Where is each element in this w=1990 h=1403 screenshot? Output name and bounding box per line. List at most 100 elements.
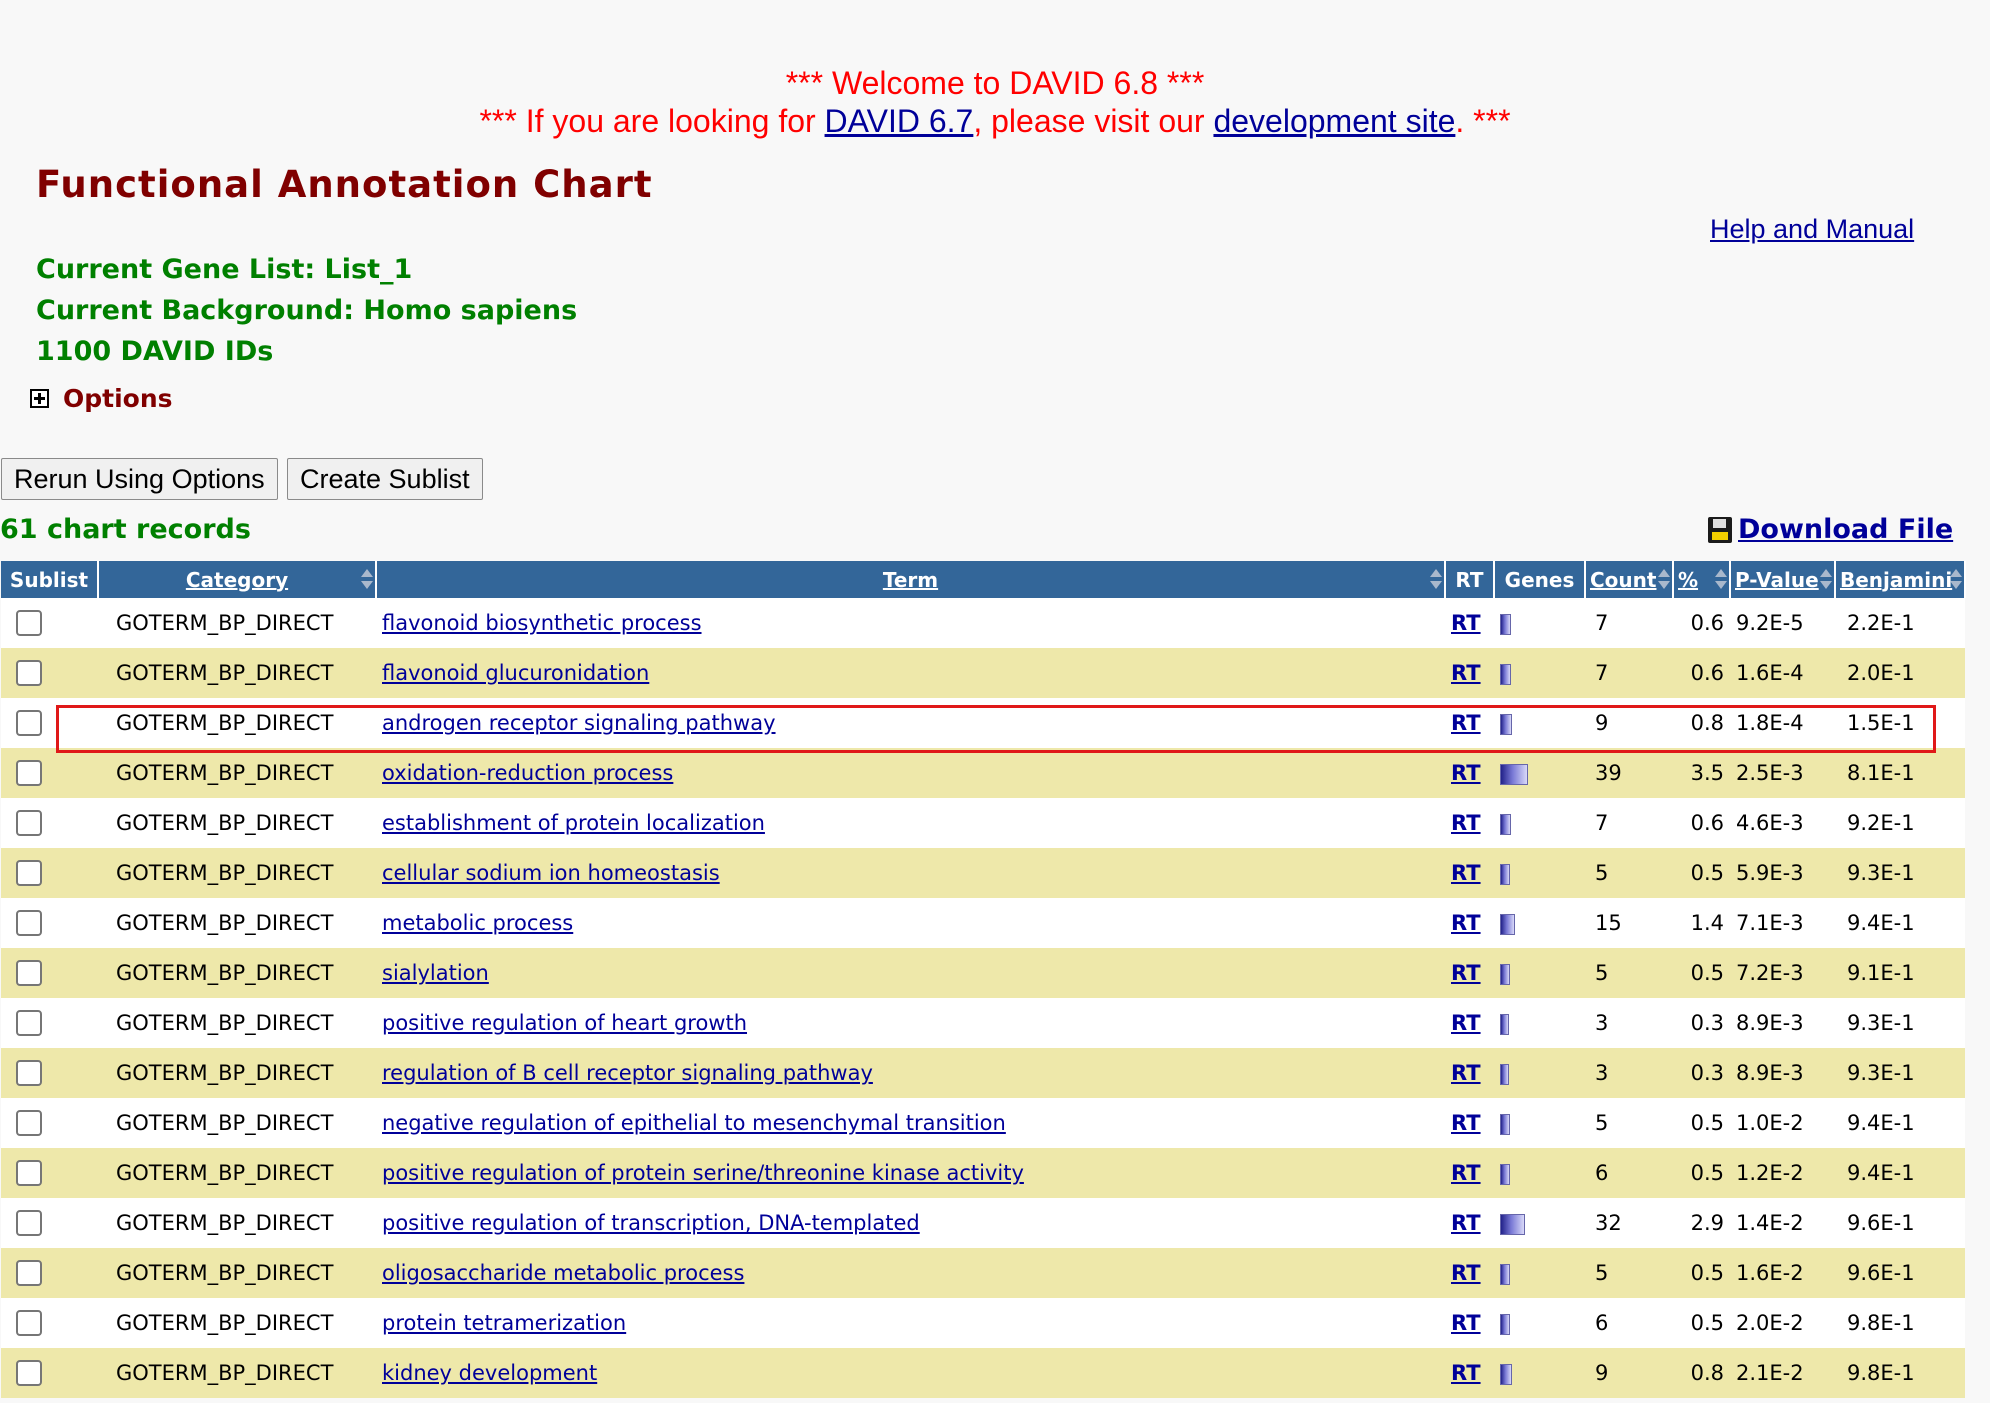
term-link[interactable]: negative regulation of epithelial to mes…: [382, 1111, 1006, 1135]
rt-link[interactable]: RT: [1451, 661, 1481, 685]
genes-bar-icon[interactable]: [1500, 813, 1511, 835]
options-toggle[interactable]: Options: [30, 384, 173, 413]
term-link[interactable]: regulation of B cell receptor signaling …: [382, 1061, 873, 1085]
sublist-checkbox[interactable]: [16, 1260, 42, 1286]
term-link[interactable]: kidney development: [382, 1361, 597, 1385]
benjamini-cell: 9.8E-1: [1835, 1348, 1965, 1398]
benjamini-cell: 9.1E-1: [1835, 948, 1965, 998]
rt-link[interactable]: RT: [1451, 961, 1481, 985]
sublist-checkbox[interactable]: [16, 1010, 42, 1036]
sublist-checkbox[interactable]: [16, 1160, 42, 1186]
genes-bar-icon[interactable]: [1500, 1163, 1510, 1185]
genes-bar-icon[interactable]: [1500, 1263, 1510, 1285]
sublist-checkbox[interactable]: [16, 1210, 42, 1236]
genes-bar-icon[interactable]: [1500, 863, 1510, 885]
rt-link[interactable]: RT: [1451, 761, 1481, 785]
header-benjamini[interactable]: Benjamini: [1835, 561, 1966, 598]
genes-bar-icon[interactable]: [1500, 663, 1511, 685]
term-link[interactable]: establishment of protein localization: [382, 811, 765, 835]
sublist-checkbox[interactable]: [16, 710, 42, 736]
rt-link[interactable]: RT: [1451, 611, 1481, 635]
sublist-checkbox[interactable]: [16, 810, 42, 836]
term-link[interactable]: metabolic process: [382, 911, 573, 935]
term-link[interactable]: sialylation: [382, 961, 489, 985]
genes-bar-icon[interactable]: [1500, 913, 1515, 935]
count-cell: 5: [1585, 848, 1673, 898]
rt-link[interactable]: RT: [1451, 1061, 1481, 1085]
genes-bar-icon[interactable]: [1500, 1113, 1510, 1135]
sublist-checkbox[interactable]: [16, 860, 42, 886]
sublist-checkbox[interactable]: [16, 760, 42, 786]
term-link[interactable]: positive regulation of transcription, DN…: [382, 1211, 920, 1235]
sublist-cell: [1, 1248, 98, 1298]
percent-cell: 0.8: [1673, 698, 1730, 748]
sort-arrows-icon[interactable]: [1715, 569, 1727, 589]
pvalue-cell: 9.2E-5: [1730, 598, 1835, 648]
header-pvalue[interactable]: P-Value: [1730, 561, 1836, 598]
header-sublist: Sublist: [1, 561, 99, 598]
rt-link[interactable]: RT: [1451, 1011, 1481, 1035]
genes-cell: [1494, 1198, 1585, 1248]
rt-link[interactable]: RT: [1451, 711, 1481, 735]
rerun-using-options-button[interactable]: Rerun Using Options: [1, 458, 278, 500]
sort-arrows-icon[interactable]: [1658, 569, 1670, 589]
create-sublist-button[interactable]: Create Sublist: [287, 458, 483, 500]
rt-link[interactable]: RT: [1451, 1361, 1481, 1385]
header-percent[interactable]: %: [1673, 561, 1731, 598]
genes-bar-icon[interactable]: [1500, 763, 1528, 785]
page-title: Functional Annotation Chart: [36, 163, 653, 206]
download-file-link[interactable]: Download File: [1708, 514, 1953, 545]
sort-arrows-icon[interactable]: [361, 569, 373, 589]
rt-link[interactable]: RT: [1451, 1111, 1481, 1135]
genes-bar-icon[interactable]: [1500, 1013, 1509, 1035]
header-category[interactable]: Category: [98, 561, 377, 598]
sublist-checkbox[interactable]: [16, 1360, 42, 1386]
rt-link[interactable]: RT: [1451, 1311, 1481, 1335]
term-link[interactable]: positive regulation of heart growth: [382, 1011, 747, 1035]
sort-arrows-icon[interactable]: [1430, 569, 1442, 589]
sublist-checkbox[interactable]: [16, 660, 42, 686]
term-link[interactable]: protein tetramerization: [382, 1311, 626, 1335]
sublist-checkbox[interactable]: [16, 960, 42, 986]
rt-link[interactable]: RT: [1451, 1211, 1481, 1235]
term-link[interactable]: androgen receptor signaling pathway: [382, 711, 776, 735]
genes-bar-icon[interactable]: [1500, 613, 1511, 635]
sublist-checkbox[interactable]: [16, 1110, 42, 1136]
rt-link[interactable]: RT: [1451, 1161, 1481, 1185]
david-67-link[interactable]: DAVID 6.7: [825, 103, 974, 139]
sublist-checkbox[interactable]: [16, 1310, 42, 1336]
term-link[interactable]: flavonoid glucuronidation: [382, 661, 649, 685]
sublist-checkbox[interactable]: [16, 910, 42, 936]
sort-arrows-icon[interactable]: [1950, 569, 1962, 589]
genes-bar-icon[interactable]: [1500, 1363, 1512, 1385]
term-link[interactable]: cellular sodium ion homeostasis: [382, 861, 720, 885]
term-link[interactable]: flavonoid biosynthetic process: [382, 611, 702, 635]
genes-bar-icon[interactable]: [1500, 713, 1512, 735]
genes-bar-icon[interactable]: [1500, 1063, 1509, 1085]
genes-bar-icon[interactable]: [1500, 1313, 1510, 1335]
header-count[interactable]: Count: [1585, 561, 1674, 598]
term-link[interactable]: oligosaccharide metabolic process: [382, 1261, 744, 1285]
pvalue-cell: 1.2E-2: [1730, 1148, 1835, 1198]
term-link[interactable]: oxidation-reduction process: [382, 761, 673, 785]
term-cell: oxidation-reduction process: [376, 748, 1445, 798]
category-cell: GOTERM_BP_DIRECT: [98, 1098, 376, 1148]
help-manual-link[interactable]: Help and Manual: [1710, 214, 1914, 245]
sublist-checkbox[interactable]: [16, 1060, 42, 1086]
benjamini-cell: 9.6E-1: [1835, 1248, 1965, 1298]
rt-link[interactable]: RT: [1451, 811, 1481, 835]
sublist-checkbox[interactable]: [16, 610, 42, 636]
term-link[interactable]: positive regulation of protein serine/th…: [382, 1161, 1024, 1185]
genes-bar-icon[interactable]: [1500, 1213, 1525, 1235]
sort-arrows-icon[interactable]: [1820, 569, 1832, 589]
term-cell: negative regulation of epithelial to mes…: [376, 1098, 1445, 1148]
benjamini-cell: 9.4E-1: [1835, 898, 1965, 948]
genes-bar-icon[interactable]: [1500, 963, 1510, 985]
term-cell: positive regulation of transcription, DN…: [376, 1198, 1445, 1248]
rt-link[interactable]: RT: [1451, 861, 1481, 885]
sublist-cell: [1, 798, 98, 848]
rt-link[interactable]: RT: [1451, 911, 1481, 935]
rt-link[interactable]: RT: [1451, 1261, 1481, 1285]
header-term[interactable]: Term: [376, 561, 1446, 598]
development-site-link[interactable]: development site: [1213, 103, 1455, 139]
